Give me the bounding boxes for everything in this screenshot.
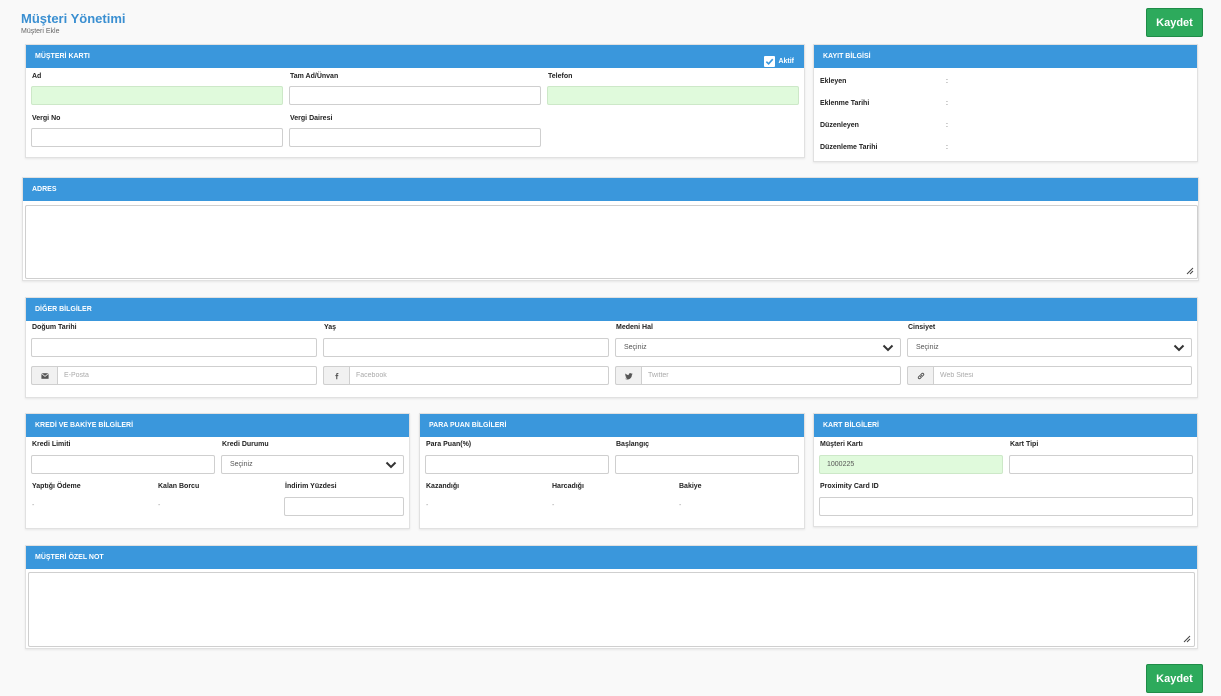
info-value-added-date: : xyxy=(946,100,948,107)
spent-label: Harcadığı xyxy=(552,483,584,490)
email-input[interactable] xyxy=(57,366,317,385)
marital-status-value: Seçiniz xyxy=(624,344,647,351)
earned-value: - xyxy=(426,502,429,509)
start-input[interactable] xyxy=(615,455,799,474)
other-info-header: DİĞER BİLGİLER xyxy=(26,298,1197,321)
page-subtitle: Müşteri Ekle xyxy=(21,28,60,35)
info-value-edited-by: : xyxy=(946,122,948,129)
resize-grip-icon[interactable] xyxy=(1186,267,1194,275)
tax-office-label: Vergi Dairesi xyxy=(290,115,333,122)
remaining-debt-value: - xyxy=(158,502,161,509)
spent-value: - xyxy=(552,502,555,509)
marital-status-label: Medeni Hal xyxy=(616,324,653,331)
facebook-input[interactable] xyxy=(349,366,609,385)
customer-card-no-label: Müşteri Kartı xyxy=(820,441,863,448)
balance-value: - xyxy=(679,502,682,509)
info-value-edited-date: : xyxy=(946,144,948,151)
facebook-icon xyxy=(323,366,349,385)
payment-made-value: - xyxy=(32,502,35,509)
info-label-edited-date: Düzenleme Tarihi xyxy=(820,144,878,151)
customer-card-header: MÜŞTERİ KARTI Aktif xyxy=(26,45,804,68)
info-label-added-by: Ekleyen xyxy=(820,78,847,85)
chevron-down-icon xyxy=(882,344,894,352)
proximity-label: Proximity Card ID xyxy=(820,483,879,490)
record-info-panel: KAYIT BİLGİSİ Ekleyen : Eklenme Tarihi :… xyxy=(813,44,1198,162)
active-checkbox[interactable] xyxy=(764,56,776,67)
customer-card-panel: MÜŞTERİ KARTI Aktif Ad Tam Ad/Ünvan Tele… xyxy=(25,44,805,158)
marital-status-select[interactable]: Seçiniz xyxy=(615,338,901,357)
record-info-header: KAYIT BİLGİSİ xyxy=(814,45,1197,68)
address-header: ADRES xyxy=(23,178,1198,201)
facebook-group xyxy=(323,366,609,385)
save-button-bottom[interactable]: Kaydet xyxy=(1146,664,1203,693)
tax-no-label: Vergi No xyxy=(32,115,61,122)
info-label-added-date: Eklenme Tarihi xyxy=(820,100,870,107)
tax-no-input[interactable] xyxy=(31,128,283,147)
twitter-input[interactable] xyxy=(641,366,901,385)
email-group xyxy=(31,366,317,385)
credit-limit-label: Kredi Limiti xyxy=(32,441,71,448)
chevron-down-icon xyxy=(385,461,397,469)
card-type-input[interactable] xyxy=(1009,455,1193,474)
card-type-label: Kart Tipi xyxy=(1010,441,1039,448)
full-name-label: Tam Ad/Ünvan xyxy=(290,73,339,80)
note-header: MÜŞTERİ ÖZEL NOT xyxy=(26,546,1197,569)
gender-label: Cinsiyet xyxy=(908,324,936,331)
check-icon xyxy=(766,58,774,66)
website-input[interactable] xyxy=(933,366,1192,385)
note-panel: MÜŞTERİ ÖZEL NOT xyxy=(25,545,1198,649)
start-label: Başlangıç xyxy=(616,441,650,448)
envelope-icon xyxy=(31,366,57,385)
credit-status-select[interactable]: Seçiniz xyxy=(221,455,404,474)
remaining-debt-label: Kalan Borcu xyxy=(158,483,200,490)
link-icon xyxy=(907,366,933,385)
chevron-down-icon xyxy=(1173,344,1185,352)
credit-header: KREDİ VE BAKİYE BİLGİLERİ xyxy=(26,414,409,437)
ad-input[interactable] xyxy=(31,86,283,105)
discount-input[interactable] xyxy=(284,497,404,516)
gender-select[interactable]: Seçiniz xyxy=(907,338,1192,357)
info-label-edited-by: Düzenleyen xyxy=(820,122,859,129)
full-name-input[interactable] xyxy=(289,86,541,105)
other-info-panel: DİĞER BİLGİLER Doğum Tarihi Yaş Medeni H… xyxy=(25,297,1198,398)
payment-made-label: Yaptığı Ödeme xyxy=(32,483,81,490)
twitter-icon xyxy=(615,366,641,385)
customer-card-title: MÜŞTERİ KARTI xyxy=(35,53,90,60)
balance-label: Bakiye xyxy=(679,483,702,490)
money-points-input[interactable] xyxy=(425,455,609,474)
birthdate-input[interactable] xyxy=(31,338,317,357)
customer-card-no-input[interactable] xyxy=(819,455,1003,474)
credit-panel: KREDİ VE BAKİYE BİLGİLERİ Kredi Limiti K… xyxy=(25,413,410,529)
age-input[interactable] xyxy=(323,338,609,357)
address-panel: ADRES xyxy=(22,177,1199,281)
earned-label: Kazandığı xyxy=(426,483,460,490)
note-textarea[interactable] xyxy=(28,572,1195,647)
page-title: Müşteri Yönetimi xyxy=(21,11,126,26)
twitter-group xyxy=(615,366,901,385)
credit-limit-input[interactable] xyxy=(31,455,215,474)
points-header: PARA PUAN BİLGİLERİ xyxy=(420,414,804,437)
save-button-top[interactable]: Kaydet xyxy=(1146,8,1203,37)
money-points-label: Para Puan(%) xyxy=(426,441,472,448)
address-textarea[interactable] xyxy=(25,205,1198,279)
active-label: Aktif xyxy=(778,58,794,65)
proximity-input[interactable] xyxy=(819,497,1193,516)
credit-status-label: Kredi Durumu xyxy=(222,441,269,448)
points-panel: PARA PUAN BİLGİLERİ Para Puan(%) Başlang… xyxy=(419,413,805,529)
info-value-added-by: : xyxy=(946,78,948,85)
discount-label: İndirim Yüzdesi xyxy=(285,483,337,490)
gender-value: Seçiniz xyxy=(916,344,939,351)
ad-label: Ad xyxy=(32,73,42,80)
card-info-header: KART BİLGİLERİ xyxy=(814,414,1197,437)
phone-label: Telefon xyxy=(548,73,573,80)
credit-status-value: Seçiniz xyxy=(230,461,253,468)
card-info-panel: KART BİLGİLERİ Müşteri Kartı Kart Tipi P… xyxy=(813,413,1198,527)
phone-input[interactable] xyxy=(547,86,799,105)
age-label: Yaş xyxy=(324,324,337,331)
active-toggle[interactable]: Aktif xyxy=(764,50,794,73)
website-group xyxy=(907,366,1192,385)
tax-office-input[interactable] xyxy=(289,128,541,147)
birthdate-label: Doğum Tarihi xyxy=(32,324,77,331)
resize-grip-icon[interactable] xyxy=(1183,635,1191,643)
